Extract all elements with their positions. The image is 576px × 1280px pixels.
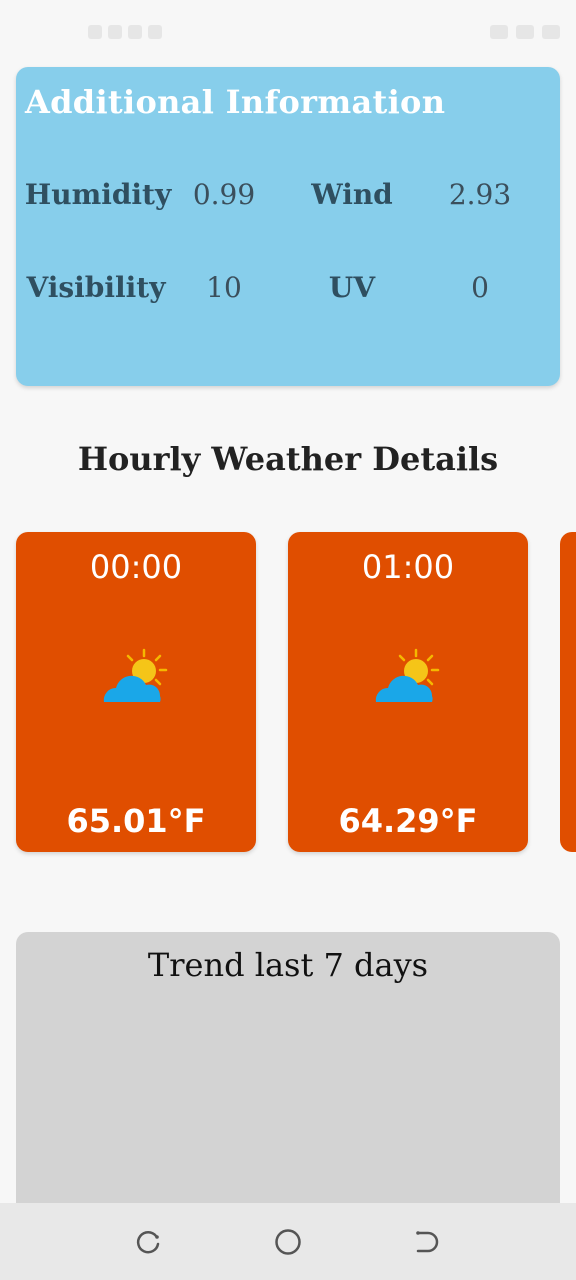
system-icons xyxy=(490,22,560,42)
hourly-temp: 65.01°F xyxy=(66,802,206,840)
notification-icon xyxy=(128,25,142,39)
status-bar xyxy=(0,0,576,64)
hourly-card[interactable]: 01:00 64.29°F xyxy=(288,532,528,852)
hourly-temp: 64.29°F xyxy=(338,802,478,840)
additional-info-card: Additional Information Humidity 0.99 Win… xyxy=(16,67,560,386)
partly-cloudy-icon xyxy=(375,648,440,702)
trend-title: Trend last 7 days xyxy=(147,946,429,984)
partly-cloudy-icon xyxy=(103,648,168,702)
home-icon[interactable] xyxy=(273,1227,303,1257)
battery-icon xyxy=(542,25,560,39)
uv-value: 0 xyxy=(471,271,489,304)
hourly-heading: Hourly Weather Details xyxy=(77,440,499,478)
recent-apps-icon[interactable] xyxy=(134,1227,164,1257)
wifi-icon xyxy=(490,25,508,39)
notification-icon xyxy=(148,25,162,39)
wind-value: 2.93 xyxy=(448,178,512,211)
hourly-card-next[interactable] xyxy=(560,532,576,852)
hourly-card[interactable]: 00:00 65.01°F xyxy=(16,532,256,852)
back-icon[interactable] xyxy=(412,1227,442,1257)
additional-info-title: Additional Information xyxy=(25,83,446,121)
hourly-time: 00:00 xyxy=(89,548,183,586)
navigation-bar xyxy=(0,1203,576,1280)
hourly-time: 01:00 xyxy=(361,548,455,586)
signal-icon xyxy=(516,25,534,39)
trend-card: Trend last 7 days xyxy=(16,932,560,1232)
notification-icons xyxy=(88,22,162,42)
notification-icon xyxy=(88,25,102,39)
notification-icon xyxy=(108,25,122,39)
